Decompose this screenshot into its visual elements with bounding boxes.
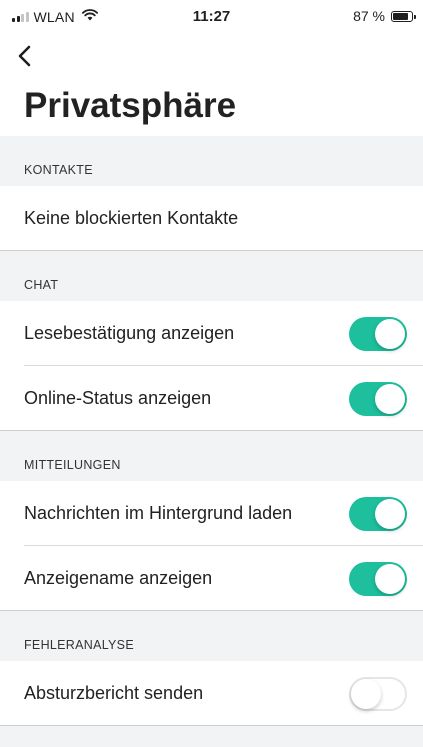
background-fetch-row: Nachrichten im Hintergrund laden	[0, 481, 423, 546]
battery-icon	[391, 10, 416, 22]
page-title: Privatsphäre	[24, 86, 237, 125]
read-receipts-toggle[interactable]	[349, 317, 407, 351]
privacy-settings-screen: WLAN 11:27 87 % Privatsphäre KONTAKTE Ke…	[0, 0, 423, 747]
read-receipts-row: Lesebestätigung anzeigen	[0, 301, 423, 366]
settings-list: KONTAKTE Keine blockierten Kontakte CHAT…	[0, 136, 423, 747]
section-header-fehleranalyse: FEHLERANALYSE	[0, 611, 423, 661]
row-label: Absturzbericht senden	[24, 683, 204, 703]
section-header-chat: CHAT	[0, 251, 423, 301]
section-header-mitteilungen: MITTEILUNGEN	[0, 431, 423, 481]
status-right: 87 %	[353, 8, 416, 24]
display-name-row: Anzeigename anzeigen	[0, 546, 423, 611]
row-label: Anzeigename anzeigen	[24, 568, 213, 588]
online-status-toggle[interactable]	[349, 382, 407, 416]
row-label: Keine blockierten Kontakte	[24, 208, 239, 228]
battery-percentage: 87 %	[353, 8, 385, 24]
online-status-row: Online-Status anzeigen	[0, 366, 423, 431]
crash-report-row: Absturzbericht senden	[0, 661, 423, 726]
blocked-contacts-row[interactable]: Keine blockierten Kontakte	[0, 186, 423, 251]
back-button[interactable]	[14, 42, 38, 70]
status-bar: WLAN 11:27 87 %	[0, 0, 423, 34]
row-label: Lesebestätigung anzeigen	[24, 323, 235, 343]
section-footer-spacer	[0, 726, 423, 747]
background-fetch-toggle[interactable]	[349, 497, 407, 531]
row-label: Nachrichten im Hintergrund laden	[24, 503, 293, 523]
row-label: Online-Status anzeigen	[24, 388, 212, 408]
crash-report-toggle[interactable]	[349, 677, 407, 711]
section-header-kontakte: KONTAKTE	[0, 136, 423, 186]
chevron-left-icon	[18, 45, 31, 67]
display-name-toggle[interactable]	[349, 562, 407, 596]
